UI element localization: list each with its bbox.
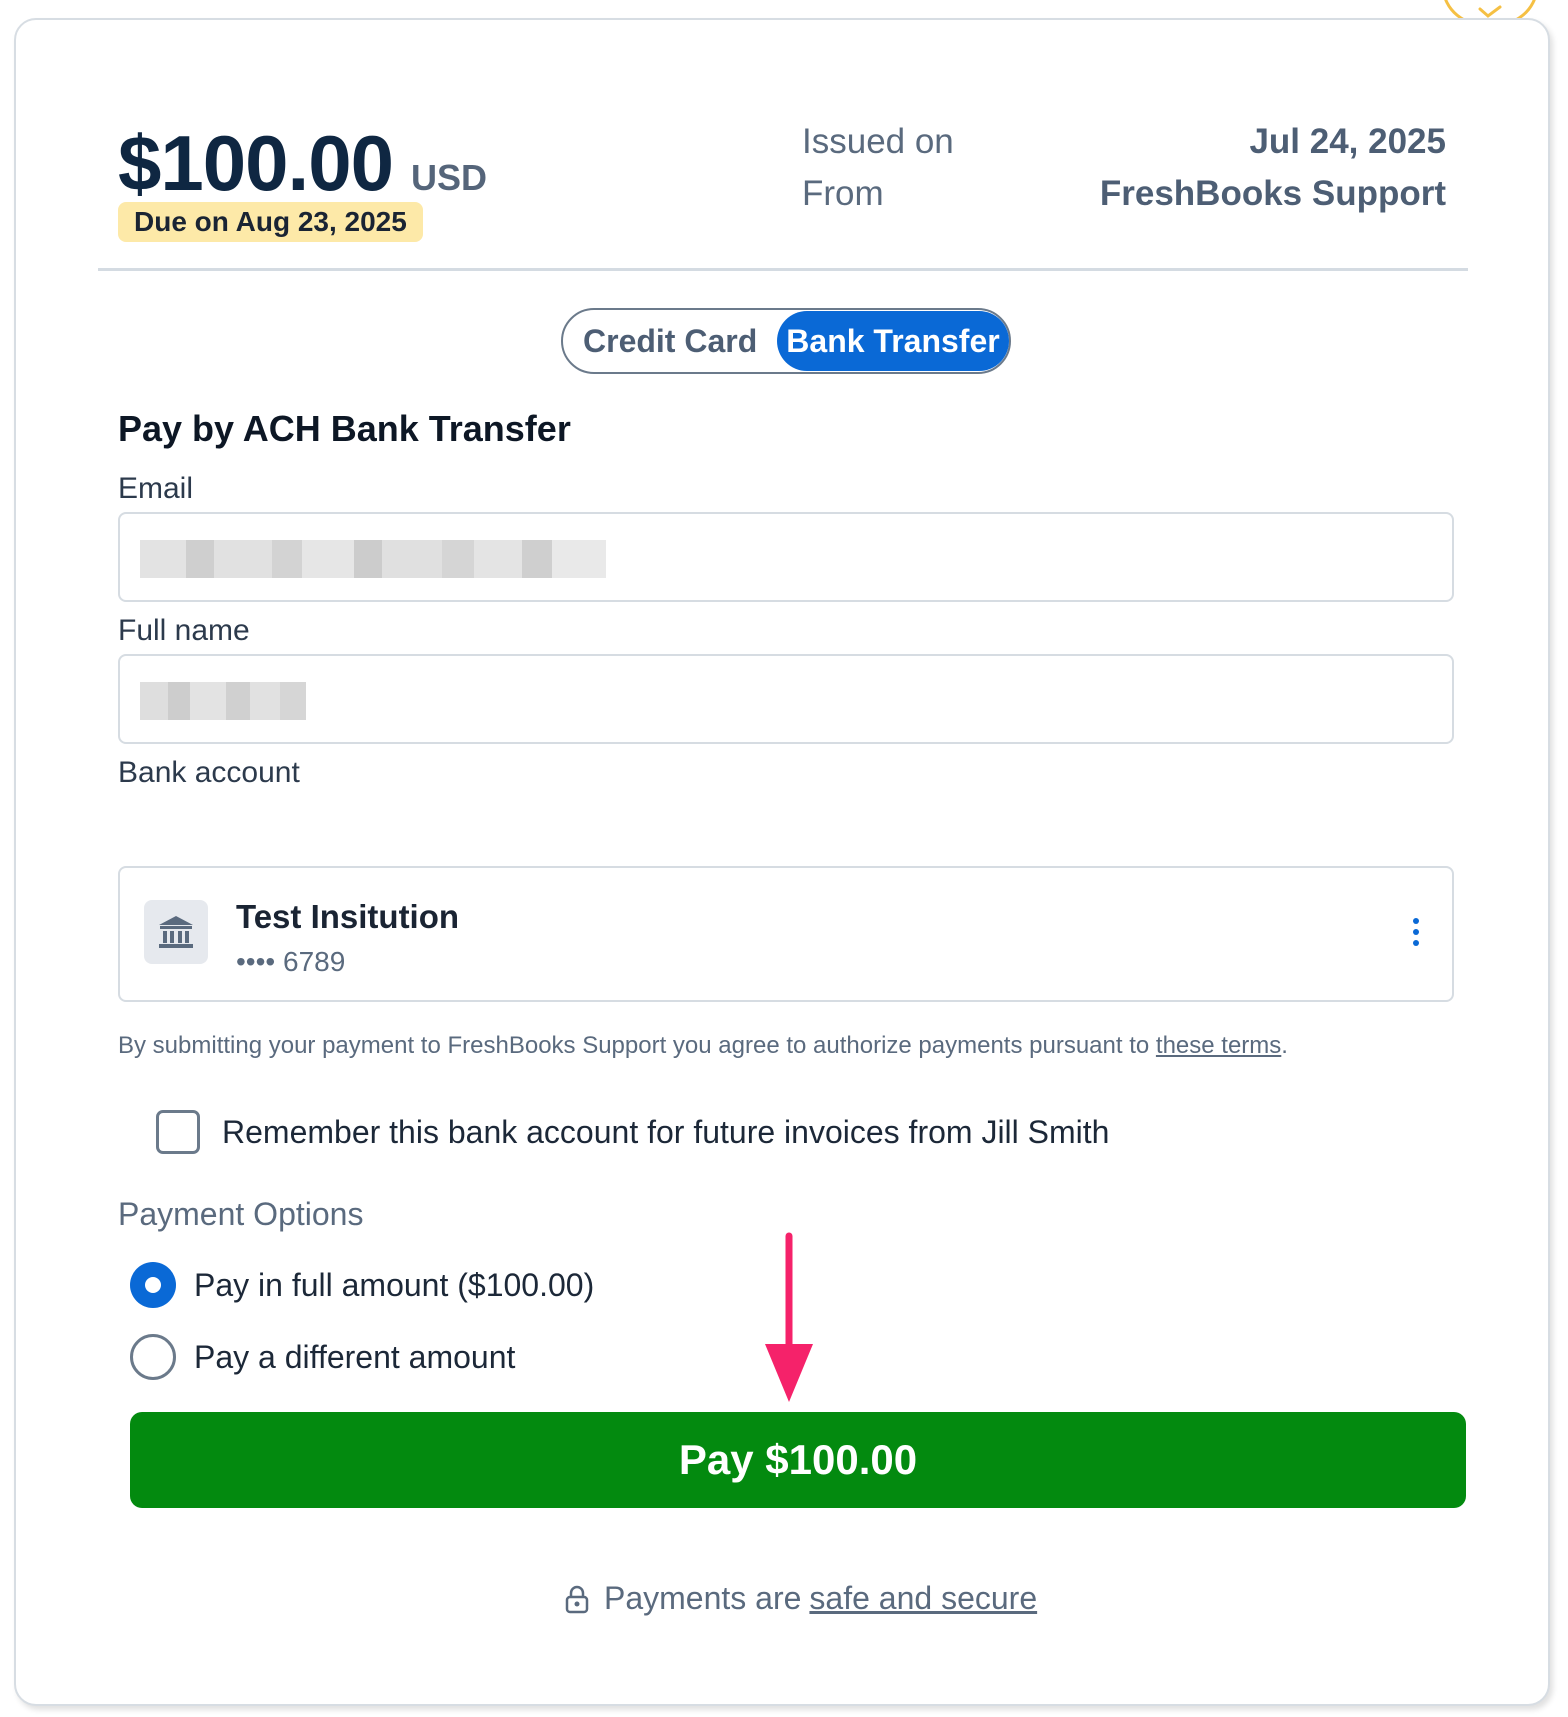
safe-secure-link[interactable]: safe and secure — [809, 1580, 1037, 1617]
terms-end: . — [1281, 1032, 1288, 1059]
radio-pay-different[interactable] — [130, 1334, 176, 1380]
due-date-badge: Due on Aug 23, 2025 — [118, 202, 423, 242]
terms-text: By submitting your payment to FreshBooks… — [118, 1032, 1288, 1060]
pay-full-label: Pay in full amount ($100.00) — [194, 1266, 595, 1303]
invoice-currency: USD — [410, 157, 487, 198]
bank-account-label: Bank account — [118, 756, 300, 789]
lock-icon — [565, 1585, 589, 1613]
check-icon — [1478, 5, 1502, 18]
option-pay-different[interactable]: Pay a different amount — [130, 1334, 515, 1380]
remember-checkbox[interactable] — [156, 1110, 200, 1154]
payment-options-title: Payment Options — [118, 1196, 364, 1232]
bank-account-mask: •••• 6789 — [236, 946, 346, 977]
email-field[interactable] — [118, 512, 1454, 602]
fullname-label: Full name — [118, 614, 250, 647]
bank-icon-wrap — [144, 900, 208, 964]
header-divider — [98, 268, 1468, 271]
redacted-email — [140, 540, 606, 578]
section-title: Pay by ACH Bank Transfer — [118, 408, 571, 449]
pay-button[interactable]: Pay $100.00 — [130, 1412, 1466, 1508]
invoice-payment-card: $100.00 USD Due on Aug 23, 2025 Issued o… — [14, 18, 1550, 1706]
from-label: From — [802, 174, 884, 213]
invoice-amount: $100.00 — [118, 119, 394, 207]
amount-row: $100.00 USD — [118, 118, 487, 209]
tab-credit-card[interactable]: Credit Card — [583, 310, 757, 372]
bank-institution-name: Test Insitution — [236, 898, 460, 935]
radio-pay-full[interactable] — [130, 1262, 176, 1308]
issued-on-label: Issued on — [802, 122, 954, 161]
fullname-field[interactable] — [118, 654, 1454, 744]
from-value: FreshBooks Support — [1099, 174, 1446, 213]
payment-method-toggle: Credit Card Bank Transfer — [561, 308, 1011, 374]
redacted-name — [140, 682, 306, 720]
secure-prefix: Payments are — [604, 1580, 802, 1616]
bank-account-selector[interactable]: Test Insitution •••• 6789 — [118, 866, 1454, 1002]
pay-different-label: Pay a different amount — [194, 1338, 516, 1375]
tab-bank-transfer[interactable]: Bank Transfer — [777, 311, 1009, 371]
bank-icon — [159, 916, 193, 948]
issued-on-value: Jul 24, 2025 — [1249, 122, 1446, 161]
annotation-arrow-icon — [765, 1232, 813, 1402]
email-label: Email — [118, 472, 194, 505]
remember-label: Remember this bank account for future in… — [222, 1113, 1110, 1150]
secure-notice: Payments are safe and secure — [564, 1580, 1037, 1617]
terms-link[interactable]: these terms — [1156, 1032, 1281, 1059]
remember-bank-checkbox-row[interactable]: Remember this bank account for future in… — [156, 1110, 1109, 1154]
option-pay-full[interactable]: Pay in full amount ($100.00) — [130, 1262, 594, 1308]
more-options-icon[interactable] — [1410, 918, 1422, 954]
terms-body: By submitting your payment to FreshBooks… — [118, 1032, 1156, 1059]
